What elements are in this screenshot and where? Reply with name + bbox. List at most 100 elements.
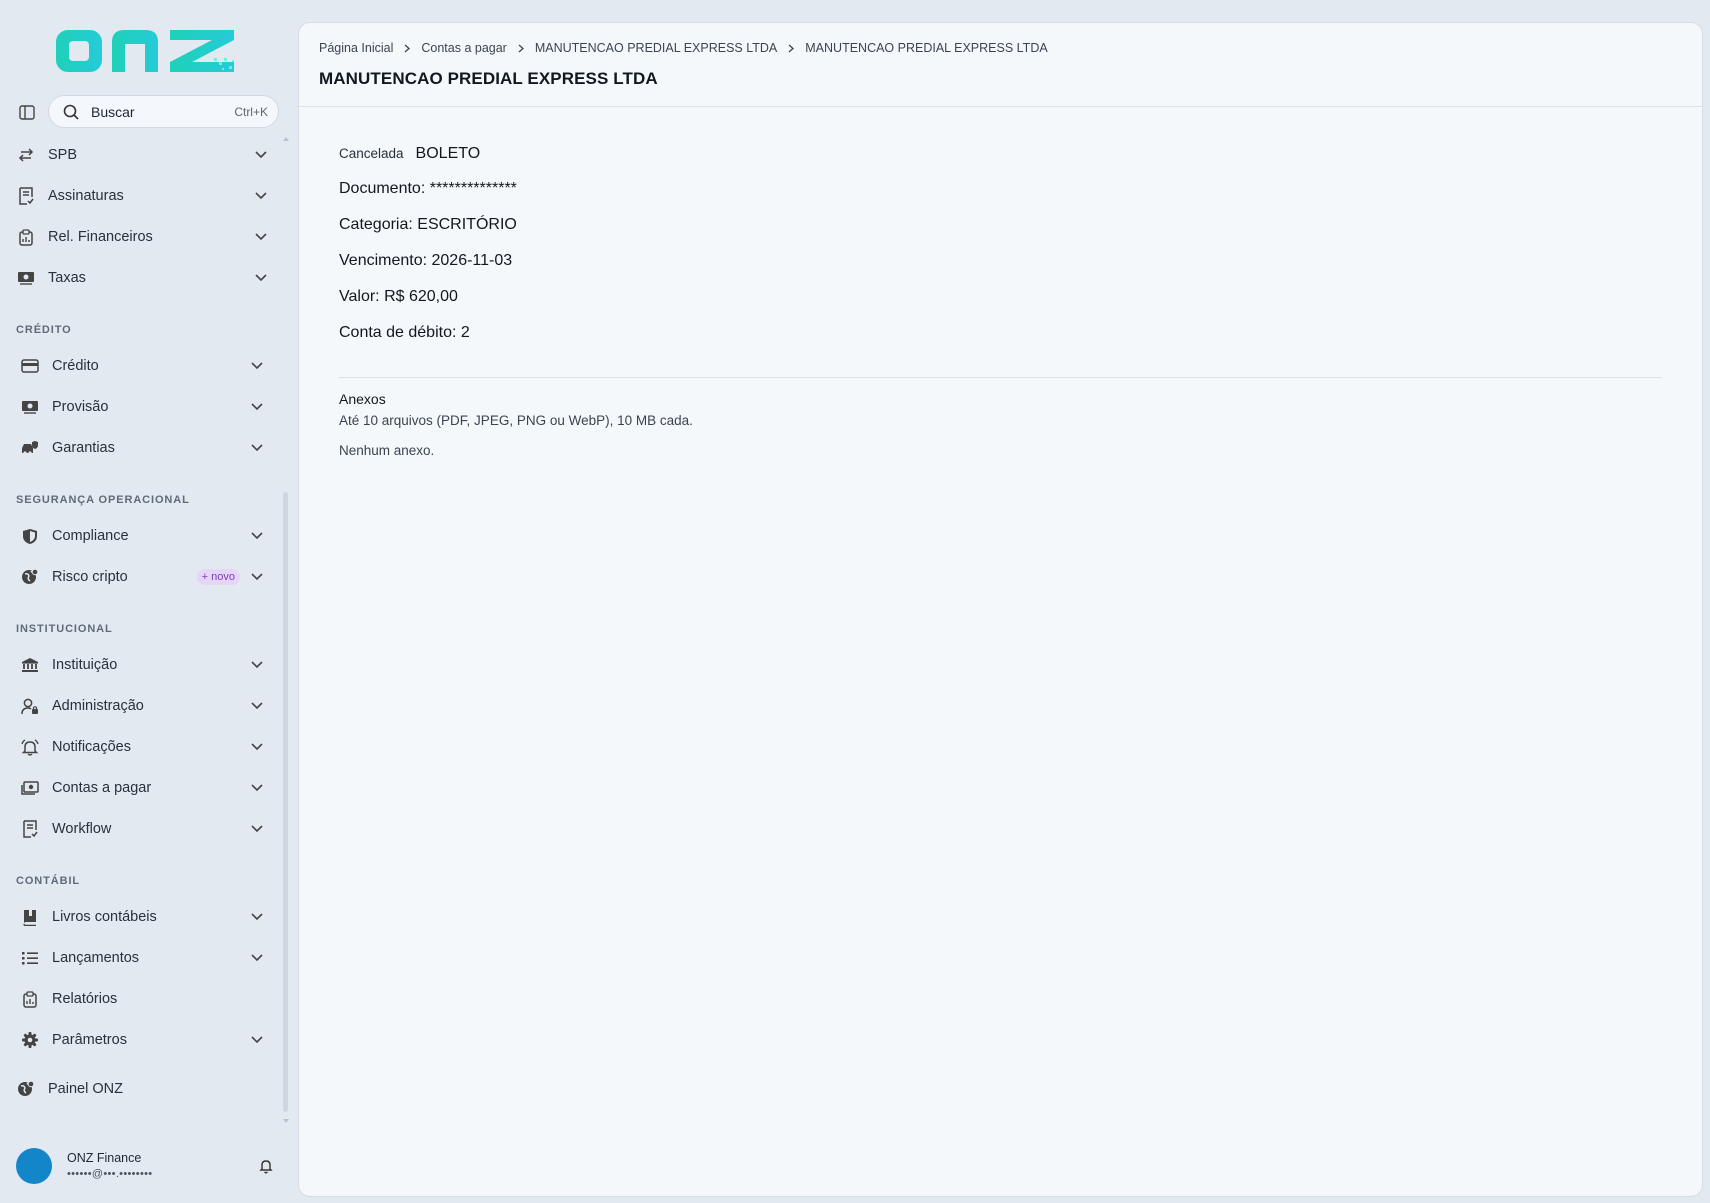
sidebar-item-label: Assinaturas	[48, 188, 124, 204]
card-icon	[20, 356, 40, 376]
bill-icon	[20, 778, 40, 798]
sidebar-item-label: SPB	[48, 147, 78, 163]
field-conta-debito: Conta de débito: 2	[339, 323, 1662, 343]
search-icon	[63, 104, 79, 120]
search-input[interactable]: Buscar Ctrl+K	[48, 95, 279, 128]
main-panel: Página Inicial Contas a pagar MANUTENCAO…	[298, 22, 1703, 1197]
sidebar-item-label: Garantias	[52, 440, 115, 456]
avatar[interactable]	[16, 1148, 52, 1184]
section-title-contabil: CONTÁBIL	[16, 875, 81, 887]
sidebar-item-label: Workflow	[52, 821, 112, 837]
breadcrumb-item-home[interactable]: Página Inicial	[319, 41, 393, 55]
sidebar-item-garantias[interactable]: Garantias	[20, 428, 264, 468]
chevron-down-icon	[250, 658, 264, 672]
status-line: Cancelada BOLETO	[339, 145, 1662, 163]
user-profile[interactable]: ONZ Finance ••••••@•••.••••••••	[16, 1146, 278, 1186]
shield-icon	[20, 526, 40, 546]
new-badge: + novo	[196, 569, 240, 585]
receipt-check-icon	[16, 186, 36, 206]
receipt-check-icon	[20, 819, 40, 839]
chevron-down-icon	[250, 529, 264, 543]
sidebar-item-taxas[interactable]: Taxas	[16, 258, 268, 298]
field-key: Conta de débito:	[339, 324, 461, 341]
sidebar-item-parametros[interactable]: Parâmetros	[20, 1020, 264, 1060]
breadcrumb-item-supplier[interactable]: MANUTENCAO PREDIAL EXPRESS LTDA	[535, 41, 777, 55]
field-vencimento: Vencimento: 2026-11-03	[339, 251, 1662, 271]
sidebar-item-instituicao[interactable]: Instituição	[20, 645, 264, 685]
sidebar-item-label: Provisão	[52, 399, 109, 415]
section-title-seguranca: SEGURANÇA OPERACIONAL	[16, 494, 190, 506]
sidebar-item-label: Taxas	[48, 270, 86, 286]
sidebar-item-contas-a-pagar[interactable]: Contas a pagar	[20, 768, 264, 808]
sidebar-item-label: Administração	[52, 698, 144, 714]
sidebar-item-assinaturas[interactable]: Assinaturas	[16, 176, 268, 216]
bank-icon	[20, 655, 40, 675]
chevron-down-icon	[250, 951, 264, 965]
attachments-empty: Nenhum anexo.	[339, 443, 435, 458]
profile-name: ONZ Finance	[67, 1151, 142, 1165]
field-value: ESCRITÓRIO	[417, 216, 517, 233]
sidebar-item-spb[interactable]: SPB	[16, 135, 268, 175]
sidebar-item-rel-financeiros[interactable]: Rel. Financeiros	[16, 217, 268, 257]
sidebar-scrollbar[interactable]	[282, 136, 290, 1126]
field-key: Documento:	[339, 180, 430, 197]
chevron-down-icon	[250, 400, 264, 414]
divider	[339, 377, 1662, 378]
breadcrumb-item-contas-a-pagar[interactable]: Contas a pagar	[421, 41, 506, 55]
status-badge: Cancelada	[339, 146, 404, 161]
payment-type: BOLETO	[415, 145, 481, 162]
sidebar-scroll-thumb[interactable]	[283, 492, 288, 1112]
sidebar-item-credito[interactable]: Crédito	[20, 346, 264, 386]
chevron-down-icon	[254, 148, 268, 162]
chevron-down-icon	[250, 910, 264, 924]
field-valor: Valor: R$ 620,00	[339, 287, 1662, 307]
panel-left-icon	[19, 104, 35, 120]
sidebar-item-livros-contabeis[interactable]: Livros contábeis	[20, 897, 264, 937]
sidebar-toggle-button[interactable]	[17, 103, 37, 121]
section-title-credito: CRÉDITO	[16, 324, 72, 336]
sidebar-item-risco-cripto[interactable]: Risco cripto + novo	[20, 557, 264, 597]
sidebar-item-label: Parâmetros	[52, 1032, 127, 1048]
bell-icon	[20, 737, 40, 757]
sidebar-item-label: Painel ONZ	[48, 1081, 123, 1097]
sidebar-item-provisao[interactable]: Provisão	[20, 387, 264, 427]
sidebar-item-notificacoes[interactable]: Notificações	[20, 727, 264, 767]
sidebar-item-workflow[interactable]: Workflow	[20, 809, 264, 849]
page-header: Página Inicial Contas a pagar MANUTENCAO…	[299, 23, 1702, 107]
chevron-down-icon	[254, 230, 268, 244]
sidebar-item-compliance[interactable]: Compliance	[20, 516, 264, 556]
attachments-hint: Até 10 arquivos (PDF, JPEG, PNG ou WebP)…	[339, 413, 693, 428]
page-title: MANUTENCAO PREDIAL EXPRESS LTDA	[319, 69, 658, 88]
sidebar-item-label: Lançamentos	[52, 950, 140, 966]
sidebar-item-painel-onz[interactable]: Painel ONZ	[16, 1069, 268, 1109]
field-value: **************	[429, 180, 517, 197]
field-value: 2026-11-03	[431, 252, 513, 269]
sidebar-item-lancamentos[interactable]: Lançamentos	[20, 938, 264, 978]
scroll-down-icon[interactable]	[283, 1118, 289, 1124]
field-documento: Documento: **************	[339, 179, 1662, 199]
clipboard-icon	[20, 989, 40, 1009]
breadcrumb: Página Inicial Contas a pagar MANUTENCAO…	[319, 41, 1682, 55]
bell-icon[interactable]	[258, 1158, 274, 1174]
chevron-down-icon	[250, 441, 264, 455]
sidebar-item-label: Compliance	[52, 528, 129, 544]
chevron-down-icon	[250, 822, 264, 836]
field-categoria: Categoria: ESCRITÓRIO	[339, 215, 1662, 235]
gear-icon	[20, 1030, 40, 1050]
sidebar-item-label: Crédito	[52, 358, 99, 374]
field-value: 2	[460, 324, 470, 341]
chevron-right-icon	[788, 44, 795, 53]
clipboard-icon	[16, 227, 36, 247]
onz-logo[interactable]	[54, 24, 238, 76]
scroll-up-icon[interactable]	[283, 136, 289, 142]
cash-icon	[20, 397, 40, 417]
sidebar-item-label: Relatórios	[52, 991, 118, 1007]
sidebar-item-relatorios[interactable]: Relatórios	[20, 979, 264, 1019]
cash-icon	[16, 268, 36, 288]
chevron-right-icon	[518, 44, 524, 53]
chevron-down-icon	[250, 570, 264, 584]
sidebar-item-administracao[interactable]: Administração	[20, 686, 264, 726]
field-key: Vencimento:	[339, 252, 432, 269]
chevron-down-icon	[250, 359, 264, 373]
sidebar-item-label: Livros contábeis	[52, 909, 157, 925]
